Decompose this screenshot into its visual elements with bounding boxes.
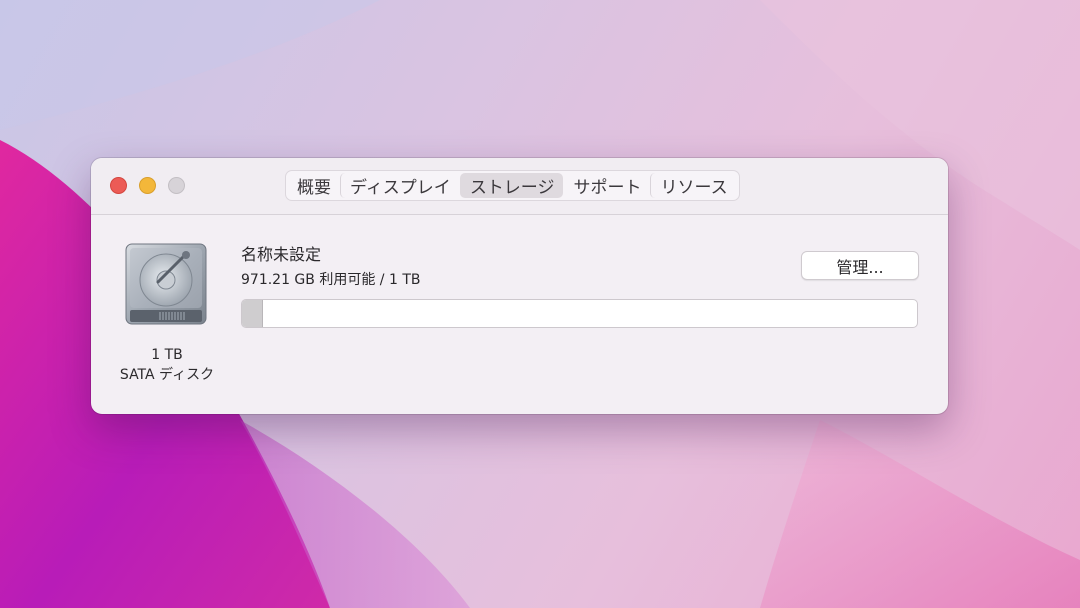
storage-usage-bar xyxy=(241,299,918,328)
hard-drive-icon xyxy=(125,243,207,325)
disk-caption: 1 TB SATA ディスク xyxy=(107,345,227,385)
minimize-button[interactable] xyxy=(139,177,156,194)
disk-type: SATA ディスク xyxy=(119,367,215,383)
title-bar: 概要 ディスプレイ ストレージ サポート リソース xyxy=(91,158,948,215)
volume-available-info: 971.21 GB 利用可能 / 1 TB xyxy=(241,272,421,288)
close-button[interactable] xyxy=(110,177,127,194)
tab-support[interactable]: サポート xyxy=(563,173,650,198)
zoom-button[interactable] xyxy=(168,177,185,194)
about-this-mac-window: 概要 ディスプレイ ストレージ サポート リソース 1 TB SATA ディスク… xyxy=(91,158,948,414)
disk-capacity: 1 TB xyxy=(151,347,183,363)
storage-used-segment xyxy=(242,300,263,327)
tab-resources[interactable]: リソース xyxy=(650,173,736,198)
tab-displays[interactable]: ディスプレイ xyxy=(340,173,460,198)
tab-storage[interactable]: ストレージ xyxy=(459,173,564,198)
tab-bar: 概要 ディスプレイ ストレージ サポート リソース xyxy=(285,170,740,201)
manage-button[interactable]: 管理... xyxy=(801,251,919,280)
volume-name: 名称未設定 xyxy=(241,245,322,264)
tab-overview[interactable]: 概要 xyxy=(288,173,340,198)
